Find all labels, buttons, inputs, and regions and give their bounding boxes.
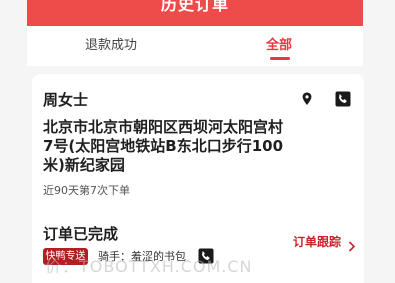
tab-bar: 退款成功 全部 bbox=[27, 26, 363, 66]
tab-all[interactable]: 全部 bbox=[266, 38, 292, 54]
page-title: 历史订单 bbox=[160, 0, 229, 14]
active-tab-indicator bbox=[270, 57, 290, 60]
title-bar: 历史订单 bbox=[27, 0, 363, 26]
order-history-count: 近90天第7次下单 bbox=[43, 184, 130, 197]
phone-icon[interactable] bbox=[335, 91, 351, 107]
delivery-address: 北京市北京市朝阳区西坝河太阳宫村7号(太阳宫地铁站B东北口步行100米)新纪家园 bbox=[43, 118, 284, 174]
tab-refund-success[interactable]: 退款成功 bbox=[85, 38, 137, 54]
order-track-link[interactable]: 订单跟踪 bbox=[293, 235, 341, 250]
chevron-right-icon[interactable] bbox=[348, 237, 356, 252]
customer-name: 周女士 bbox=[43, 91, 89, 109]
watermark: 价：TOBOTTXH.COM.CN bbox=[45, 257, 253, 276]
order-status: 订单已完成 bbox=[43, 225, 119, 243]
map-pin-icon[interactable] bbox=[299, 91, 315, 107]
order-card[interactable]: 周女士 北京市北京市朝阳区西坝河太阳宫村7号(太阳宫地铁站B东北口步行100米)… bbox=[32, 74, 364, 283]
